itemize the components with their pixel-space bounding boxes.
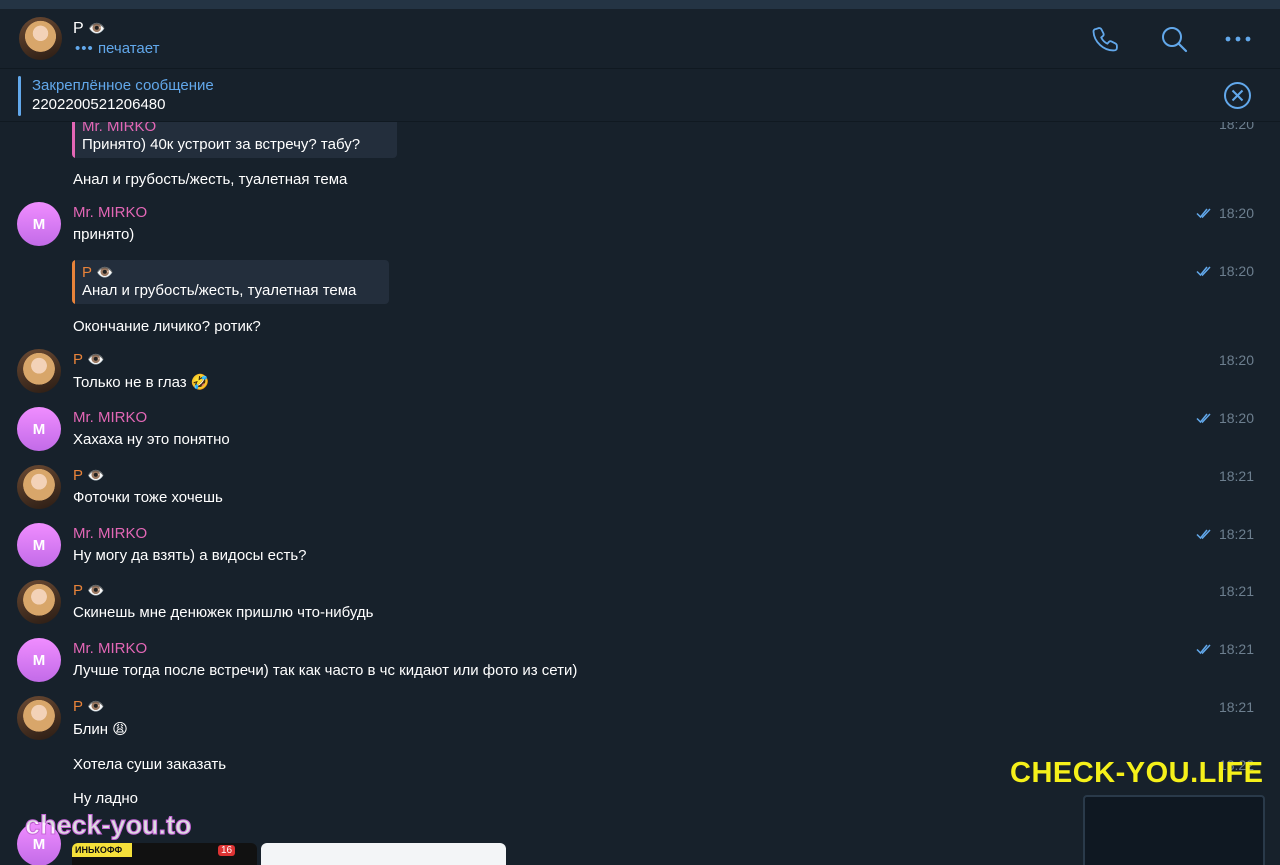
sender-name[interactable]: Mr. MIRKO [73,640,147,657]
image-label: ИНЬКОФФ [72,843,132,857]
message-text: принято) [73,226,135,243]
message-text: Скинешь мне денюжек пришлю что-нибудь [73,604,374,621]
message-time: 18:21 [1218,699,1254,715]
sender-name[interactable]: Р 👁️ [73,351,105,368]
sender-name[interactable]: Mr. MIRKO [73,409,147,426]
contact-name[interactable]: Р 👁️ [73,20,106,38]
chat-header: Р 👁️ ••• печатает [0,9,1280,69]
double-check-icon [1196,208,1211,219]
message-text: Окончание личико? ротик? [73,318,261,335]
pinned-title: Закреплённое сообщение [32,77,214,94]
message-time: 18:20 [1196,205,1254,221]
message-time: 18:21 [1218,468,1254,484]
double-check-icon [1196,266,1211,277]
message-time: 18:20 [1218,122,1254,132]
avatar[interactable] [17,465,61,509]
message-text: Блин 😩 [73,721,128,738]
message-text: Ну могу да взять) а видосы есть? [73,547,307,564]
sender-name[interactable]: Р 👁️ [73,582,105,599]
avatar[interactable] [17,580,61,624]
call-button[interactable] [1091,24,1121,54]
sender-name[interactable]: Р 👁️ [73,698,105,715]
avatar[interactable]: M [17,407,61,451]
image-attachment[interactable]: ИНЬКОФФ 16 [72,843,257,865]
message-text: Фоточки тоже хочешь [73,489,223,506]
contact-avatar[interactable] [19,17,62,60]
image-attachment[interactable] [261,843,506,865]
message-text: Хахаха ну это понятно [73,431,230,448]
message-text: Только не в глаз 🤣 [73,374,210,391]
avatar[interactable]: M [17,523,61,567]
window-top-strip [0,0,1280,9]
message-time: 18:20 [1196,263,1254,279]
eye-emoji-icon: 👁️ [87,698,105,714]
double-check-icon [1196,529,1211,540]
message-text: Хотела суши заказать [73,756,227,773]
eye-emoji-icon: 👁️ [96,264,114,280]
close-circle-icon [1224,82,1251,109]
pinned-close-button[interactable] [1223,81,1252,110]
typing-status: ••• печатает [75,40,160,57]
double-check-icon [1196,644,1211,655]
screenshot-thumbnail[interactable] [1083,795,1265,865]
sender-name[interactable]: Р 👁️ [73,467,105,484]
pinned-accent-bar [18,76,21,116]
message-list[interactable]: Mr. MIRKO Принято) 40к устроит за встреч… [0,122,1280,865]
pinned-message-bar[interactable]: Закреплённое сообщение 2202200521206480 [0,70,1280,122]
sender-name[interactable]: Mr. MIRKO [73,204,147,221]
search-icon [1162,27,1188,53]
typing-status-text: печатает [97,40,160,57]
message-text: Ну ладно [73,790,138,807]
message-time: 18:20 [1218,352,1254,368]
eye-emoji-icon: 👁️ [88,20,106,36]
quote-text: Принято) 40к устроит за встречу? табу? [82,136,361,153]
sender-name[interactable]: Mr. MIRKO [73,525,147,542]
more-button[interactable] [1223,24,1253,54]
eye-emoji-icon: 👁️ [87,351,105,367]
avatar[interactable] [17,349,61,393]
quote-author: Р 👁️ [82,264,114,281]
message-time: 18:20 [1196,410,1254,426]
watermark-small: check-you.to [25,810,193,841]
message-time: 18:21 [1196,526,1254,542]
watermark-big: CHECK-YOU.LIFE [1010,757,1264,789]
message-text: Лучше тогда после встречи) так как часто… [73,662,578,679]
message-time: 18:21 [1218,583,1254,599]
avatar[interactable] [17,696,61,740]
message-time: 18:21 [1196,641,1254,657]
double-check-icon [1196,413,1211,424]
typing-dots-icon: ••• [75,40,94,57]
avatar[interactable]: M [17,202,61,246]
eye-emoji-icon: 👁️ [87,467,105,483]
contact-name-text: Р [73,20,84,37]
message-text: Анал и грубость/жесть, туалетная тема [73,171,348,188]
phone-icon [1092,27,1118,52]
pinned-text: 2202200521206480 [32,96,166,113]
quote-author: Mr. MIRKO [82,122,157,135]
battery-badge: 16 [218,845,236,856]
more-dots-icon [1225,36,1251,42]
quote-text: Анал и грубость/жесть, туалетная тема [82,282,357,299]
search-button[interactable] [1159,24,1189,54]
eye-emoji-icon: 👁️ [87,582,105,598]
reply-quote[interactable]: Р 👁️ Анал и грубость/жесть, туалетная те… [72,260,389,304]
reply-quote[interactable]: Mr. MIRKO Принято) 40к устроит за встреч… [72,122,397,158]
avatar[interactable]: M [17,638,61,682]
